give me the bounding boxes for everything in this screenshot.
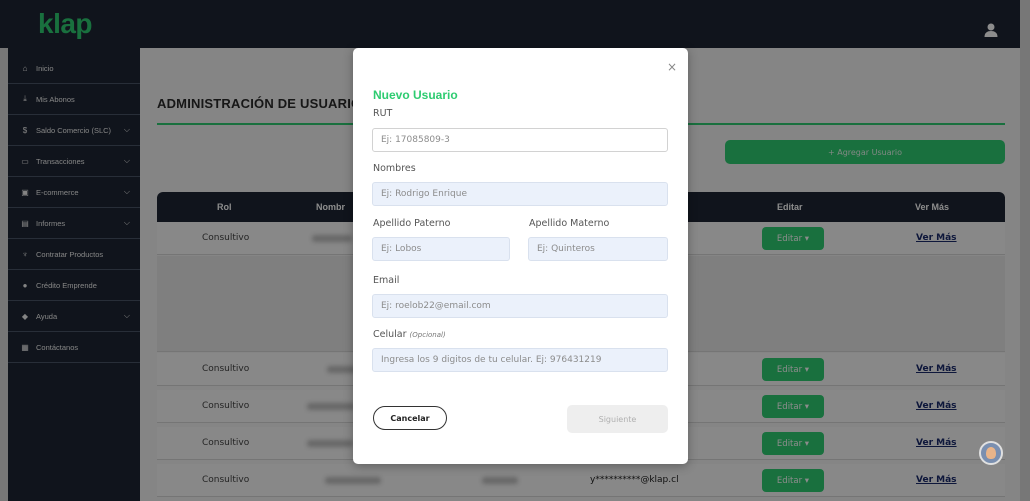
nombres-label: Nombres (373, 163, 416, 174)
apellido-paterno-input[interactable] (372, 237, 510, 261)
celular-label-text: Celular (373, 329, 407, 340)
apellido-materno-input[interactable] (528, 237, 668, 261)
close-icon[interactable]: × (667, 60, 677, 74)
optional-hint: (Opcional) (409, 331, 446, 339)
modal-title: Nuevo Usuario (373, 88, 458, 102)
rut-label: RUT (373, 108, 393, 119)
nombres-input[interactable] (372, 182, 668, 206)
new-user-modal: × Nuevo Usuario RUT Nombres Apellido Pat… (353, 48, 688, 464)
rut-input[interactable] (372, 128, 668, 152)
email-label: Email (373, 275, 400, 286)
chat-avatar-icon[interactable] (979, 441, 1003, 465)
apellido-paterno-label: Apellido Paterno (373, 218, 451, 229)
cancel-button[interactable]: Cancelar (373, 406, 447, 430)
celular-label: Celular (Opcional) (373, 329, 446, 340)
apellido-materno-label: Apellido Materno (529, 218, 610, 229)
next-button[interactable]: Siguiente (567, 405, 668, 433)
email-input[interactable] (372, 294, 668, 318)
celular-input[interactable] (372, 348, 668, 372)
